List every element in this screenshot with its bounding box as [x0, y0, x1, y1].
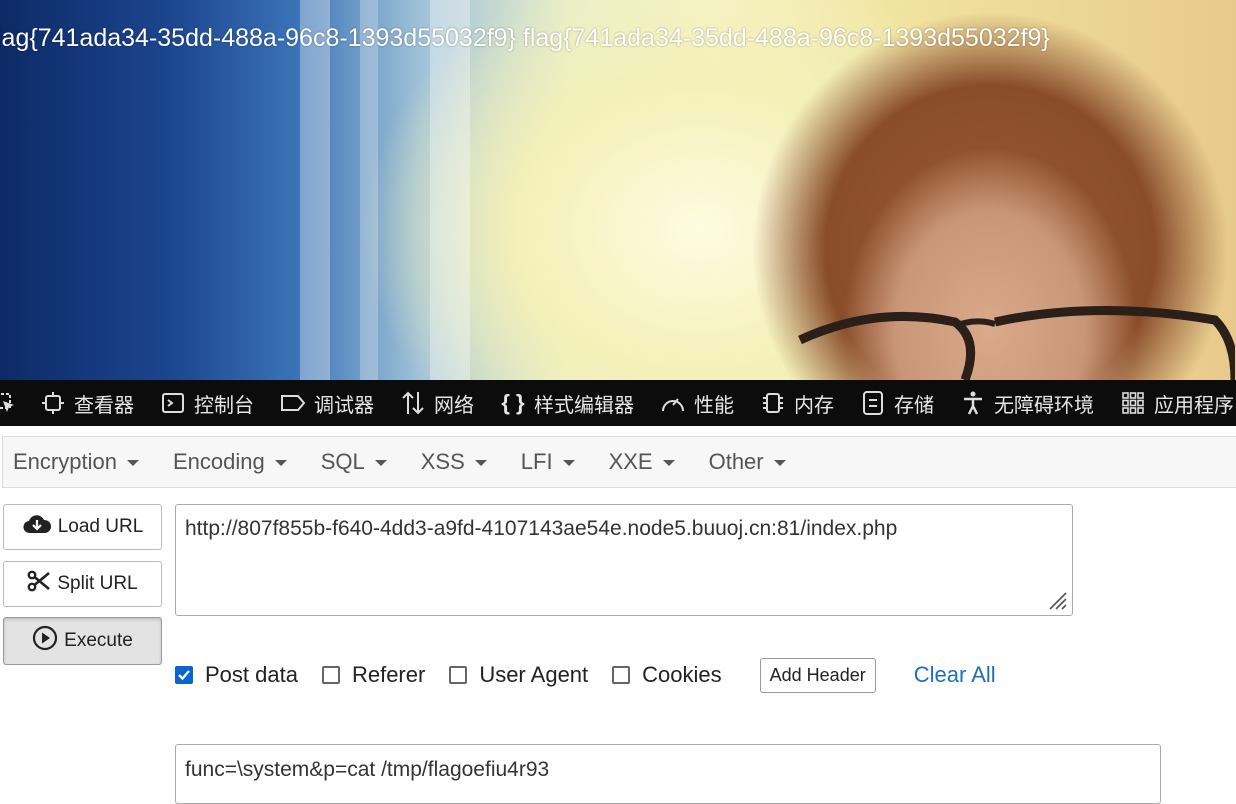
- menu-label: Encryption: [13, 449, 117, 474]
- referer-checkbox[interactable]: [321, 666, 340, 684]
- post-data-label: Post data: [205, 662, 298, 687]
- post-data-textarea[interactable]: func=\system&p=cat /tmp/flagoefiu4r93: [175, 744, 1161, 804]
- accessibility-icon: [960, 390, 986, 416]
- caret-down-icon: [274, 460, 287, 466]
- menu-xss[interactable]: XSS: [421, 449, 487, 475]
- menu-encryption[interactable]: Encryption: [13, 449, 139, 475]
- page-photo-glasses: [798, 305, 1235, 380]
- tab-label: 无障碍环境: [994, 394, 1094, 417]
- button-label: Execute: [64, 630, 133, 651]
- tab-label: 网络: [434, 394, 474, 417]
- storage-icon: [860, 390, 886, 416]
- caret-down-icon: [662, 460, 675, 466]
- button-label: Load URL: [57, 516, 144, 537]
- url-text: http://807f855b-f640-4dd3-a9fd-4107143ae…: [185, 517, 898, 540]
- menu-label: Encoding: [172, 449, 265, 474]
- menu-xxe[interactable]: XXE: [609, 449, 675, 475]
- resize-grip-icon[interactable]: [1046, 589, 1068, 611]
- style-editor-icon: { }: [501, 390, 525, 415]
- tab-label: 样式编辑器: [534, 394, 634, 417]
- menu-label: SQL: [320, 449, 365, 474]
- tab-debugger[interactable]: 调试器: [280, 389, 374, 418]
- request-options: Post data Referer User Agent Cookies Add…: [175, 657, 996, 693]
- tab-storage[interactable]: 存储: [860, 389, 934, 418]
- tab-label: 存储: [894, 394, 934, 417]
- url-textarea[interactable]: http://807f855b-f640-4dd3-a9fd-4107143ae…: [175, 504, 1073, 616]
- menu-other[interactable]: Other: [709, 449, 786, 475]
- debugger-icon: [280, 390, 306, 416]
- tab-console[interactable]: 控制台: [160, 389, 254, 418]
- tab-performance[interactable]: 性能: [660, 389, 734, 418]
- inspector-icon: [40, 390, 66, 416]
- referer-label: Referer: [351, 662, 426, 687]
- split-url-button[interactable]: Split URL: [3, 561, 162, 607]
- checkmark-icon: [178, 670, 190, 681]
- post-data-checkbox[interactable]: [175, 666, 193, 684]
- menu-label: XXE: [608, 449, 653, 474]
- menu-label: XSS: [420, 449, 465, 474]
- caret-down-icon: [374, 460, 387, 466]
- user-agent-checkbox[interactable]: [449, 666, 468, 684]
- play-circle-icon: [32, 625, 58, 657]
- element-picker-icon[interactable]: [0, 390, 16, 416]
- cookies-option[interactable]: Cookies: [612, 662, 722, 688]
- user-agent-option[interactable]: User Agent: [449, 662, 588, 688]
- hackbar-menubar: Encryption Encoding SQL XSS LFI XXE Othe…: [2, 436, 1236, 488]
- tab-label: 查看器: [74, 394, 134, 417]
- caret-down-icon: [126, 460, 139, 466]
- tab-label: 控制台: [194, 394, 254, 417]
- light-streak: [430, 0, 470, 380]
- clear-all-link[interactable]: Clear All: [914, 662, 996, 688]
- page-viewport: lag{741ada34-35dd-488a-96c8-1393d55032f9…: [0, 0, 1236, 380]
- caret-down-icon: [562, 460, 575, 466]
- tab-network[interactable]: 网络: [400, 389, 474, 418]
- tab-label: 内存: [794, 394, 834, 417]
- referer-option[interactable]: Referer: [321, 662, 426, 688]
- console-icon: [160, 390, 186, 416]
- user-agent-label: User Agent: [479, 662, 589, 687]
- scissors-icon: [27, 569, 51, 599]
- devtools-toolbar: 查看器 控制台 调试器 网络 { } 样式编辑器 性能 内存 存储 无障碍环境 …: [0, 380, 1236, 426]
- add-header-button[interactable]: Add Header: [759, 657, 876, 693]
- tab-inspector[interactable]: 查看器: [40, 389, 134, 418]
- load-url-button[interactable]: Load URL: [3, 504, 162, 550]
- post-data-text: func=\system&p=cat /tmp/flagoefiu4r93: [185, 758, 550, 781]
- post-data-option[interactable]: Post data: [175, 662, 298, 688]
- menu-label: Other: [708, 449, 764, 474]
- cookies-label: Cookies: [642, 662, 722, 687]
- network-icon: [400, 390, 426, 416]
- hackbar-panel: Encryption Encoding SQL XSS LFI XXE Othe…: [0, 426, 1236, 804]
- tab-label: 应用程序: [1154, 394, 1234, 417]
- cloud-download-icon: [22, 513, 52, 541]
- tab-application[interactable]: 应用程序: [1120, 389, 1234, 418]
- execute-button[interactable]: Execute: [3, 617, 162, 665]
- tab-memory[interactable]: 内存: [760, 389, 834, 418]
- button-label: Split URL: [57, 573, 138, 594]
- tab-style-editor[interactable]: { } 样式编辑器: [500, 389, 634, 418]
- memory-icon: [760, 390, 786, 416]
- flag-output-text: lag{741ada34-35dd-488a-96c8-1393d55032f9…: [0, 24, 1050, 52]
- tab-label: 调试器: [314, 394, 374, 417]
- caret-down-icon: [773, 460, 786, 466]
- menu-sql[interactable]: SQL: [321, 449, 387, 475]
- menu-encoding[interactable]: Encoding: [173, 449, 287, 475]
- menu-lfi[interactable]: LFI: [521, 449, 575, 475]
- application-icon: [1120, 390, 1146, 416]
- tab-accessibility[interactable]: 无障碍环境: [960, 389, 1094, 418]
- performance-icon: [660, 390, 686, 416]
- caret-down-icon: [474, 460, 487, 466]
- cookies-checkbox[interactable]: [612, 666, 631, 684]
- menu-label: LFI: [520, 449, 553, 474]
- tab-label: 性能: [694, 394, 734, 417]
- light-streak: [360, 0, 378, 380]
- light-streak: [300, 0, 330, 380]
